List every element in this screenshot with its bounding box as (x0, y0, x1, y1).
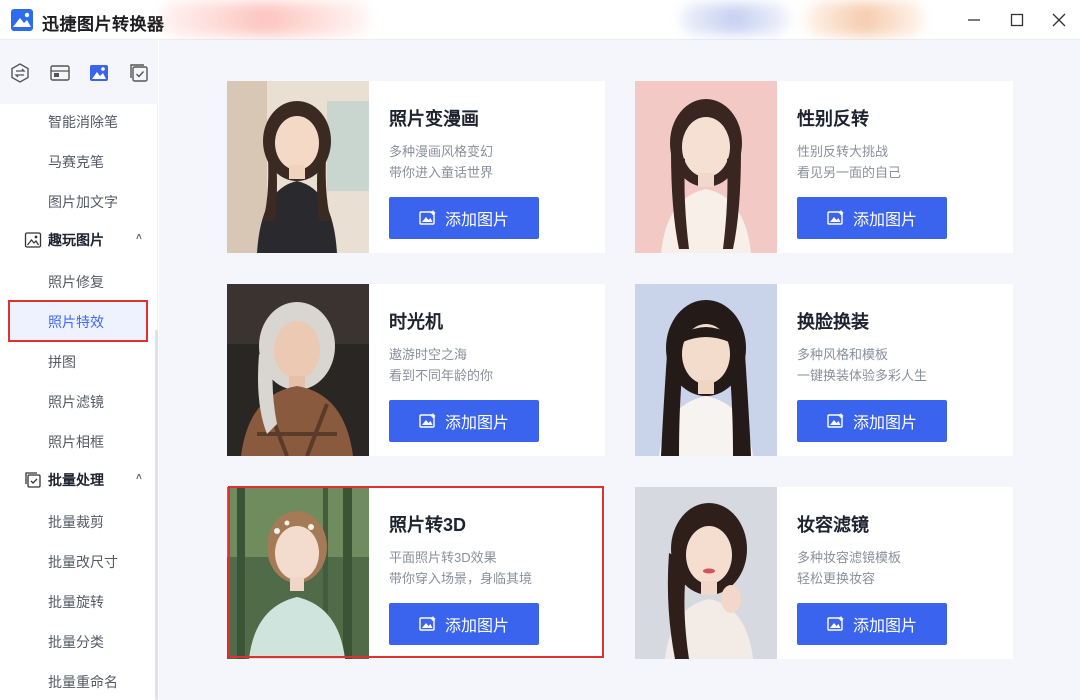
app-title: 迅捷图片转换器 (42, 15, 165, 34)
convert-icon[interactable] (9, 62, 31, 84)
card-desc: 多种漫画风格变幻 (389, 144, 494, 159)
card-desc: 看见另一面的自己 (797, 165, 902, 180)
feature-card-gender-swap: 性别反转 性别反转大挑战 看见另一面的自己 添加图片 (635, 81, 1013, 253)
fun-image-icon (24, 232, 42, 248)
feature-card-time-machine: 时光机 遨游时空之海 看到不同年龄的你 添加图片 (227, 284, 605, 456)
sidebar-item-batch-rotate[interactable]: 批量旋转 (48, 592, 104, 612)
card-title: 照片变漫画 (389, 109, 479, 129)
card-desc: 带你穿入场景，身临其境 (389, 571, 533, 586)
card-desc: 轻松更换妆容 (797, 571, 876, 586)
add-image-button[interactable]: 添加图片 (797, 197, 947, 239)
sidebar-item-batch-classify[interactable]: 批量分类 (48, 632, 104, 652)
add-image-button[interactable]: 添加图片 (389, 400, 539, 442)
card-desc: 看到不同年龄的你 (389, 368, 494, 383)
batch-icon[interactable] (128, 62, 150, 84)
face-swap-portrait-image (635, 284, 777, 456)
add-image-icon (419, 210, 436, 225)
sidebar-item-collage[interactable]: 拼图 (48, 352, 76, 372)
add-image-button[interactable]: 添加图片 (797, 400, 947, 442)
card-title: 性别反转 (797, 109, 869, 129)
main-content: 照片变漫画 多种漫画风格变幻 带你进入童话世界 添加图片 性别反转 性别反转大挑… (159, 40, 1080, 700)
add-image-button-label: 添加图片 (444, 212, 509, 229)
feature-card-photo-3d: 照片转3D 平面照片转3D效果 带你穿入场景，身临其境 添加图片 (227, 487, 605, 659)
sidebar-group-fun-pictures[interactable]: 趣玩图片 ˄ (24, 230, 142, 250)
card-desc: 带你进入童话世界 (389, 165, 494, 180)
add-image-button[interactable]: 添加图片 (389, 197, 539, 239)
maximize-button[interactable] (1005, 8, 1029, 32)
sidebar-item-batch-rename[interactable]: 批量重命名 (48, 672, 118, 692)
add-image-button-label: 添加图片 (852, 618, 917, 635)
chevron-up-icon: ˄ (136, 232, 142, 243)
sidebar-item-photo-frame[interactable]: 照片相框 (48, 432, 104, 452)
close-button[interactable] (1047, 8, 1071, 32)
card-title: 妆容滤镜 (797, 515, 869, 535)
sidebar-item-photo-effects[interactable]: 照片特效 (48, 312, 104, 332)
card-desc: 遨游时空之海 (389, 347, 468, 362)
add-image-icon (827, 616, 844, 631)
feature-card-cartoon: 照片变漫画 多种漫画风格变幻 带你进入童话世界 添加图片 (227, 81, 605, 253)
sidebar-item-photo-repair[interactable]: 照片修复 (48, 272, 104, 292)
blurred-banner (805, 2, 925, 36)
app-logo-icon (11, 9, 33, 31)
photo-3d-portrait-image (227, 487, 369, 659)
add-image-button[interactable]: 添加图片 (797, 603, 947, 645)
sidebar-item-batch-crop[interactable]: 批量裁剪 (48, 512, 104, 532)
add-image-icon (419, 413, 436, 428)
add-image-button-label: 添加图片 (444, 415, 509, 432)
sidebar: 智能消除笔 马赛克笔 图片加文字 趣玩图片 ˄ 照片修复 照片特效 拼图 照片滤… (0, 40, 158, 700)
sidebar-group-label: 趣玩图片 (48, 232, 104, 248)
add-image-icon (419, 616, 436, 631)
sidebar-item-mosaic-pen[interactable]: 马赛克笔 (48, 152, 104, 172)
sidebar-scrollbar[interactable] (155, 330, 158, 700)
sidebar-top-icons (0, 40, 158, 104)
add-image-icon (827, 210, 844, 225)
minimize-button[interactable] (962, 8, 986, 32)
sidebar-item-add-text[interactable]: 图片加文字 (48, 192, 118, 212)
title-bar: 迅捷图片转换器 (0, 0, 1080, 40)
minimize-icon (968, 19, 980, 21)
card-desc: 平面照片转3D效果 (389, 550, 497, 565)
card-desc: 一键换装体验多彩人生 (797, 368, 928, 383)
close-icon (1052, 13, 1066, 27)
cartoon-portrait-image (227, 81, 369, 253)
chevron-up-icon: ˄ (136, 472, 142, 483)
time-machine-portrait-image (227, 284, 369, 456)
image-icon[interactable] (88, 62, 110, 84)
add-image-button[interactable]: 添加图片 (389, 603, 539, 645)
makeup-filter-portrait-image (635, 487, 777, 659)
layout-icon[interactable] (49, 62, 71, 84)
sidebar-item-photo-filter[interactable]: 照片滤镜 (48, 392, 104, 412)
card-desc: 多种风格和模板 (797, 347, 889, 362)
maximize-icon (1010, 13, 1024, 27)
card-title: 换脸换装 (797, 312, 869, 332)
card-desc: 性别反转大挑战 (797, 144, 889, 159)
sidebar-group-label: 批量处理 (48, 472, 104, 488)
blurred-banner (680, 4, 790, 34)
batch-process-icon (25, 472, 41, 488)
add-image-button-label: 添加图片 (852, 415, 917, 432)
sidebar-item-smart-eraser[interactable]: 智能消除笔 (48, 112, 118, 132)
sidebar-group-batch[interactable]: 批量处理 ˄ (24, 470, 142, 490)
blurred-banner (160, 2, 370, 36)
add-image-button-label: 添加图片 (852, 212, 917, 229)
card-desc: 多种妆容滤镜模板 (797, 550, 902, 565)
card-title: 时光机 (389, 312, 443, 332)
feature-card-makeup-filter: 妆容滤镜 多种妆容滤镜模板 轻松更换妆容 添加图片 (635, 487, 1013, 659)
add-image-button-label: 添加图片 (444, 618, 509, 635)
card-title: 照片转3D (389, 515, 467, 535)
gender-swap-portrait-image (635, 81, 777, 253)
sidebar-item-batch-resize[interactable]: 批量改尺寸 (48, 552, 118, 572)
feature-card-face-swap: 换脸换装 多种风格和模板 一键换装体验多彩人生 添加图片 (635, 284, 1013, 456)
add-image-icon (827, 413, 844, 428)
